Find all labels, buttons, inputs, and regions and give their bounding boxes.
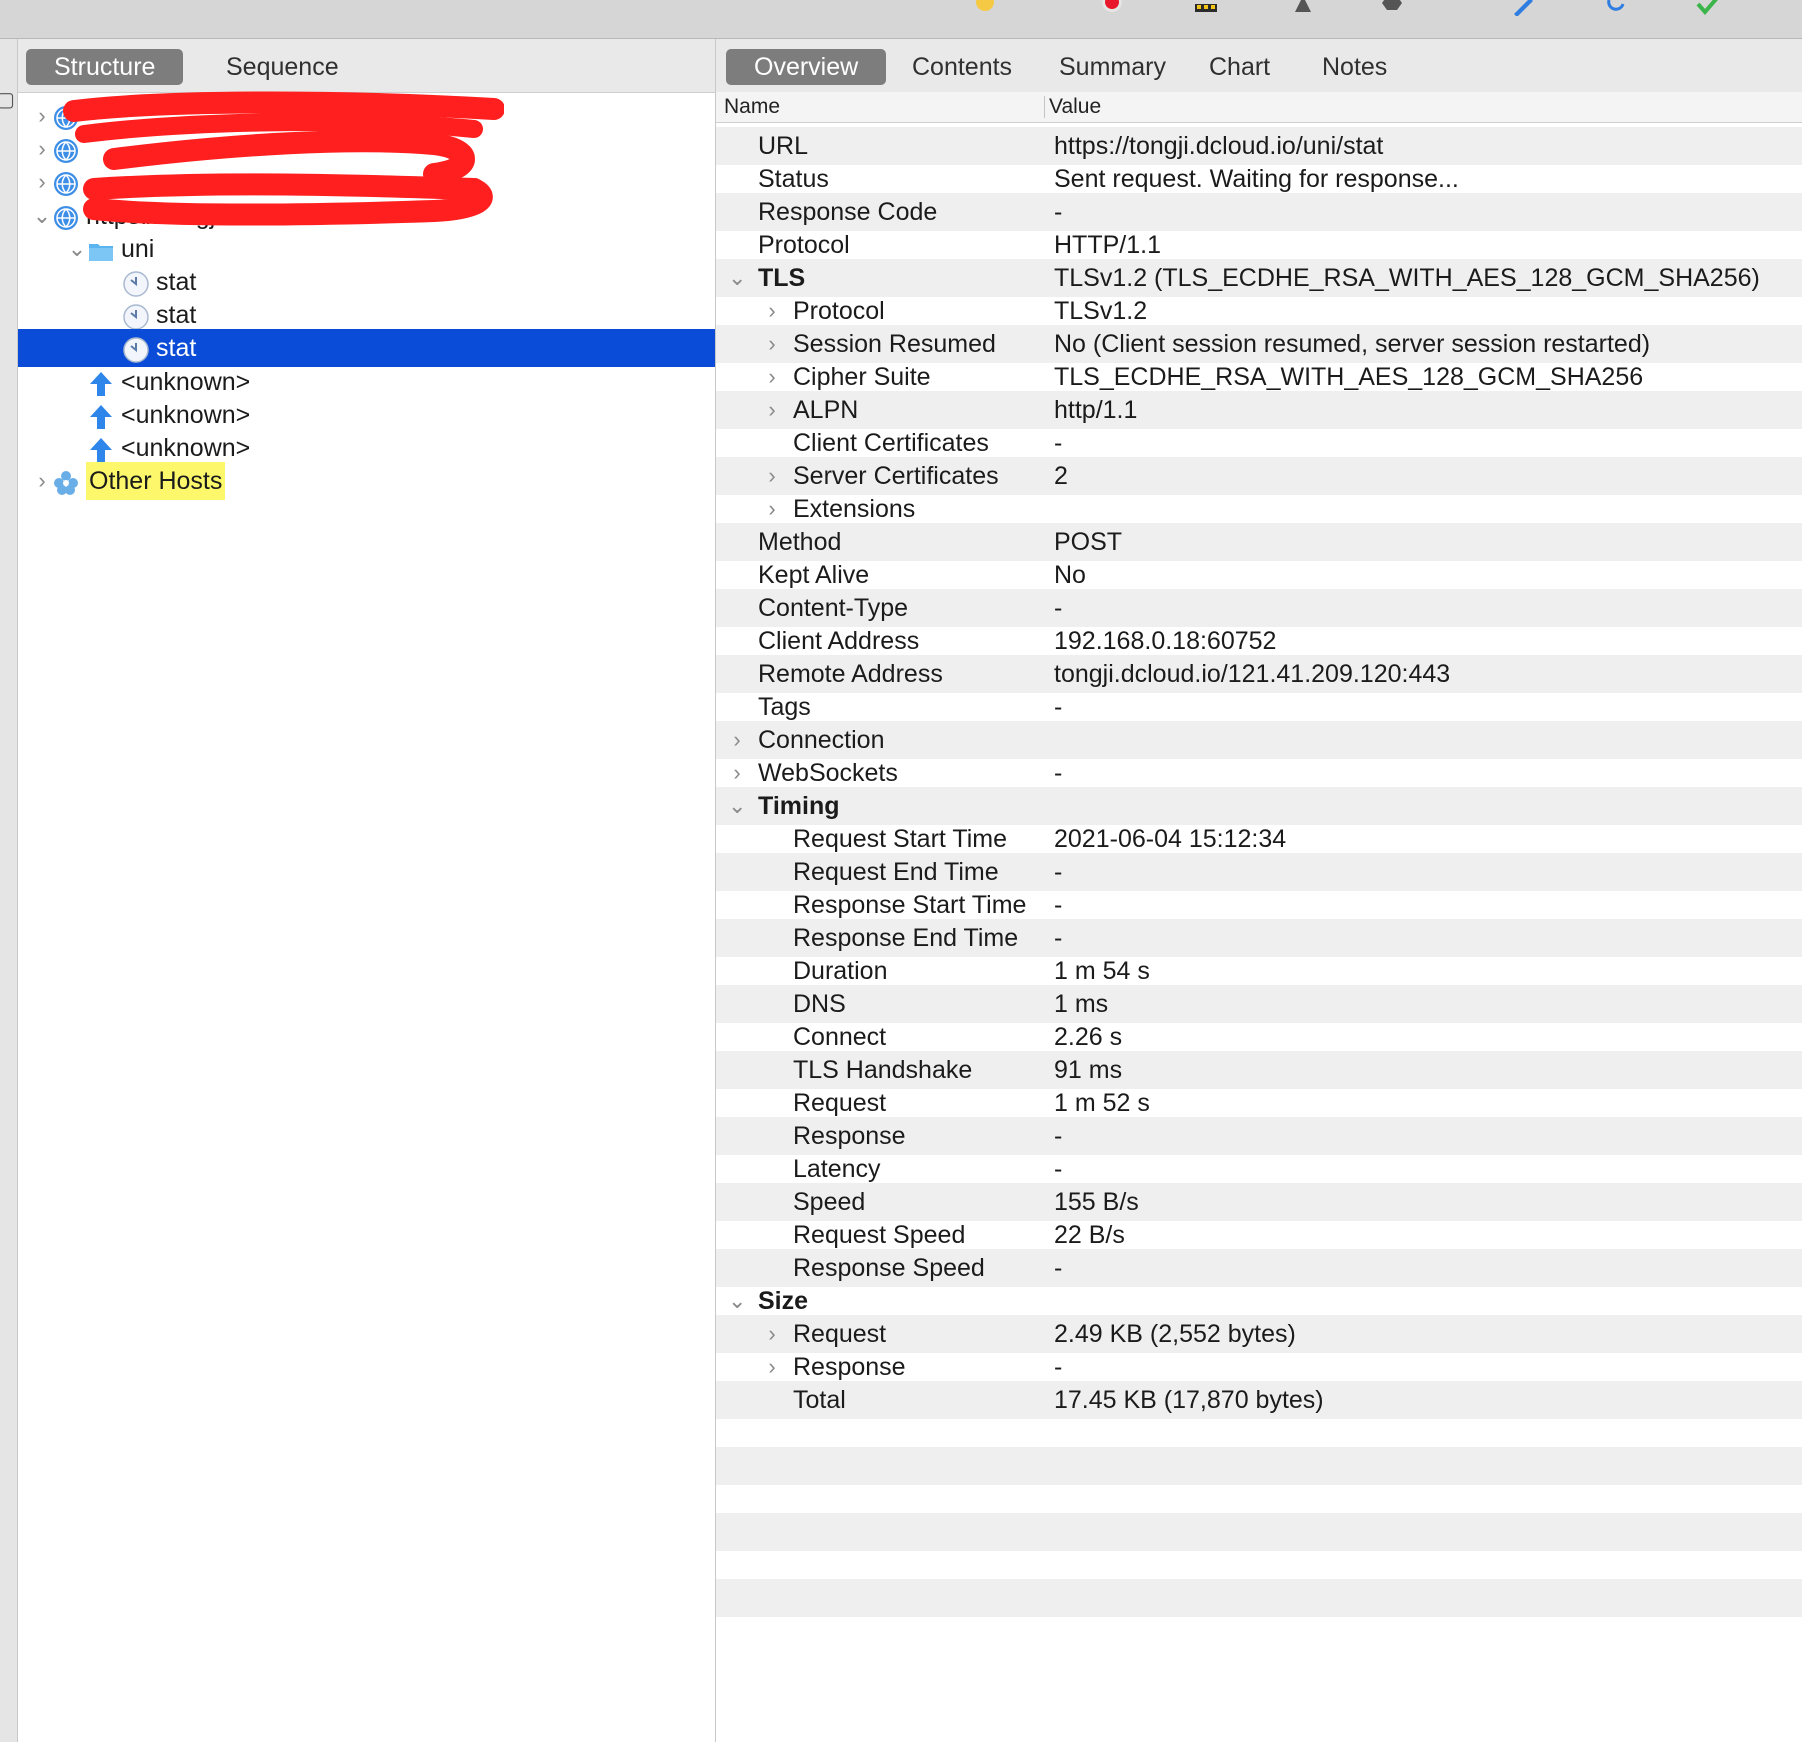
structure-pane: Structure Sequence › › › ⌄ https://tongji.dc… — [18, 39, 716, 1742]
tree-row[interactable]: › Other Hosts — [18, 462, 715, 501]
tab-overview[interactable]: Overview — [726, 49, 887, 85]
left-tabbar: Structure Sequence — [18, 39, 715, 93]
stop-icon[interactable] — [1381, 0, 1403, 16]
clock-icon — [123, 270, 149, 297]
clock-icon — [123, 303, 149, 330]
hosts-cluster-icon — [53, 469, 79, 496]
check-icon[interactable] — [1696, 0, 1718, 16]
upload-arrow-icon — [88, 403, 114, 429]
tab-chart[interactable]: Chart — [1181, 49, 1298, 85]
tab-summary[interactable]: Summary — [1031, 49, 1194, 85]
column-value-header[interactable]: Value — [1049, 92, 1101, 122]
background-window-edge: ▢ — [0, 39, 18, 1742]
column-divider[interactable] — [1044, 96, 1045, 118]
chevron-right-icon[interactable]: › — [32, 462, 52, 500]
throttle-icon[interactable] — [1195, 0, 1217, 16]
tab-structure[interactable]: Structure — [26, 49, 184, 85]
record-icon[interactable] — [1101, 0, 1123, 16]
toolbar — [0, 0, 1802, 39]
lightbulb-icon[interactable] — [974, 0, 996, 16]
empty-row — [716, 1579, 1802, 1617]
detail-pane: Overview Contents Summary Chart Notes Na… — [716, 39, 1802, 1742]
right-tabbar: Overview Contents Summary Chart Notes — [716, 39, 1802, 93]
tab-notes[interactable]: Notes — [1294, 49, 1415, 85]
refresh-icon[interactable] — [1605, 0, 1627, 16]
column-header[interactable]: Name Value — [716, 92, 1802, 123]
clock-icon — [123, 336, 149, 364]
upload-arrow-icon — [88, 370, 114, 396]
upload-arrow-icon — [88, 436, 114, 462]
column-name-header[interactable]: Name — [724, 92, 780, 122]
tab-contents[interactable]: Contents — [884, 49, 1040, 85]
pen-icon[interactable] — [1512, 0, 1534, 16]
tree-row-label: Other Hosts — [86, 462, 226, 501]
redaction-scribble — [63, 91, 504, 226]
tab-sequence[interactable]: Sequence — [198, 49, 367, 85]
breakpoint-icon[interactable] — [1292, 0, 1314, 16]
